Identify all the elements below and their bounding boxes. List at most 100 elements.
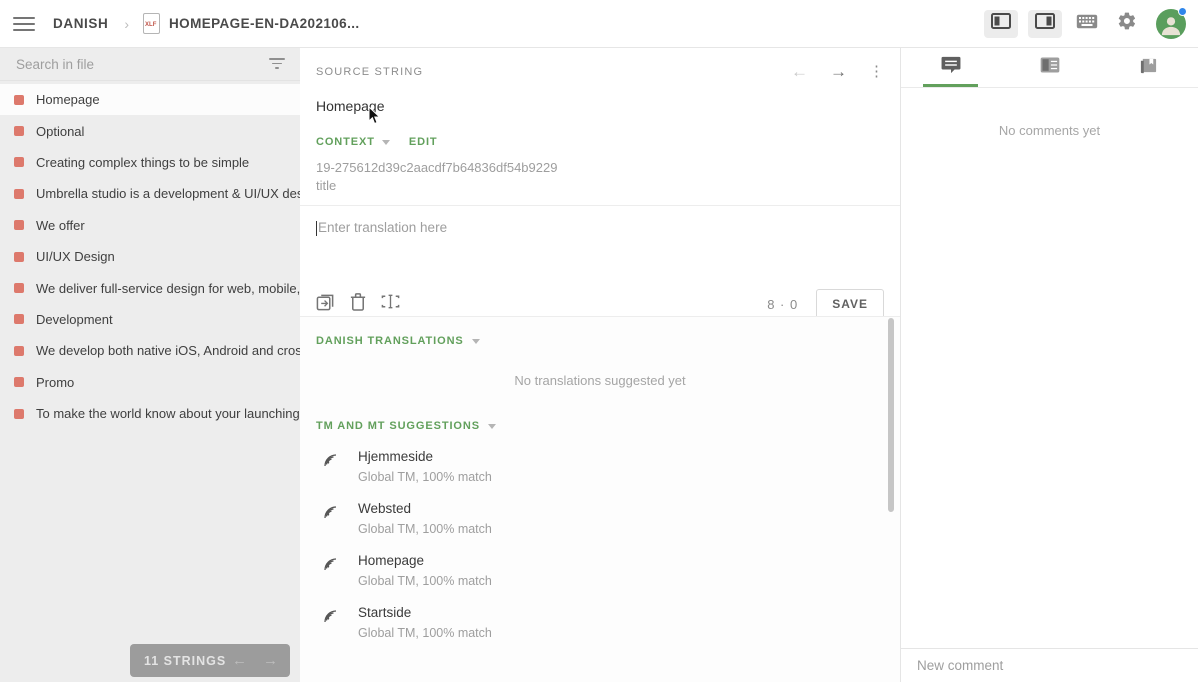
tab-terms[interactable] bbox=[1000, 48, 1099, 87]
copy-source-button[interactable] bbox=[316, 292, 335, 316]
character-counter: 8 · 0 bbox=[767, 296, 799, 312]
settings-button[interactable] bbox=[1112, 10, 1142, 38]
untranslated-status-icon bbox=[14, 314, 24, 325]
menu-icon[interactable] bbox=[13, 16, 35, 31]
string-row[interactable]: We deliver full-service design for web, … bbox=[0, 272, 300, 303]
select-text-button[interactable] bbox=[381, 292, 400, 316]
untranslated-status-icon bbox=[14, 283, 24, 294]
keyboard-icon bbox=[1076, 14, 1098, 34]
tm-suggestion-row[interactable]: Hjemmeside Global TM, 100% match bbox=[300, 432, 900, 484]
translation-memory-icon bbox=[320, 555, 340, 580]
string-row[interactable]: UI/UX Design bbox=[0, 241, 300, 272]
untranslated-status-icon bbox=[14, 220, 24, 231]
scrollbar[interactable] bbox=[888, 318, 894, 512]
strings-counter-bar[interactable]: 11 STRINGS ← → bbox=[130, 644, 290, 677]
untranslated-status-icon bbox=[14, 126, 24, 137]
previous-string-button[interactable]: ← bbox=[791, 63, 808, 80]
tm-mt-suggestions-header: TM AND MT SUGGESTIONS bbox=[300, 402, 900, 432]
danish-translations-header: DANISH TRANSLATIONS bbox=[300, 317, 900, 347]
chevron-down-icon bbox=[487, 424, 496, 429]
context-key: title bbox=[316, 178, 337, 193]
string-row[interactable]: Optional bbox=[0, 115, 300, 146]
string-label: Homepage bbox=[36, 92, 100, 108]
comment-icon bbox=[941, 56, 961, 79]
string-row[interactable]: Development bbox=[0, 304, 300, 335]
string-row[interactable]: Umbrella studio is a development & UI/UX… bbox=[0, 178, 300, 209]
context-identifier: 19-275612d39c2aacdf7b64836df54b9229 bbox=[316, 160, 558, 175]
copy-icon bbox=[316, 292, 335, 316]
edit-context-button[interactable]: EDIT bbox=[409, 136, 438, 148]
filter-icon[interactable] bbox=[268, 58, 286, 70]
string-label: UI/UX Design bbox=[36, 249, 115, 265]
translation-placeholder: Enter translation here bbox=[318, 220, 448, 235]
editor-panel: SOURCE STRING ← → ⋮ Homepage CONTEXT EDI… bbox=[300, 48, 900, 682]
string-list: Homepage Optional Creating complex thing… bbox=[0, 84, 300, 429]
suggestion-text: Homepage bbox=[358, 553, 425, 568]
string-row[interactable]: We offer bbox=[0, 210, 300, 241]
panel-right-icon bbox=[1035, 13, 1055, 34]
translation-memory-icon bbox=[320, 503, 340, 528]
untranslated-status-icon bbox=[14, 188, 24, 199]
dictionary-book-icon bbox=[1139, 56, 1158, 80]
save-button[interactable]: SAVE bbox=[816, 289, 884, 319]
more-options-icon[interactable]: ⋮ bbox=[869, 64, 884, 79]
source-string-header: SOURCE STRING ← → ⋮ bbox=[300, 48, 900, 84]
suggestion-meta: Global TM, 100% match bbox=[358, 470, 492, 484]
danish-translations-toggle[interactable]: DANISH TRANSLATIONS bbox=[316, 335, 464, 347]
suggestion-meta: Global TM, 100% match bbox=[358, 626, 492, 640]
translation-input[interactable]: Enter translation here bbox=[300, 206, 900, 281]
no-comments-message: No comments yet bbox=[998, 123, 1101, 138]
tm-suggestion-row[interactable]: Homepage Global TM, 100% match bbox=[300, 536, 900, 588]
search-input[interactable] bbox=[16, 56, 268, 72]
chevron-down-icon bbox=[471, 339, 480, 344]
suggestion-meta: Global TM, 100% match bbox=[358, 574, 492, 588]
context-toggle[interactable]: CONTEXT bbox=[316, 136, 375, 148]
toggle-left-panel-button[interactable] bbox=[984, 9, 1018, 38]
text-caret bbox=[316, 221, 317, 236]
untranslated-status-icon bbox=[14, 345, 24, 356]
text-select-icon bbox=[381, 292, 400, 316]
suggestion-text: Startside bbox=[358, 605, 412, 620]
untranslated-status-icon bbox=[14, 377, 24, 388]
next-string-button[interactable]: → bbox=[830, 63, 847, 80]
keyboard-shortcuts-button[interactable] bbox=[1072, 10, 1102, 38]
context-row: CONTEXT EDIT bbox=[300, 114, 900, 148]
string-label: Optional bbox=[36, 123, 85, 139]
new-comment-input[interactable] bbox=[917, 658, 1182, 673]
string-row[interactable]: To make the world know about your launch… bbox=[0, 398, 300, 429]
no-translations-message: No translations suggested yet bbox=[514, 373, 686, 388]
string-label: To make the world know about your launch… bbox=[36, 406, 300, 422]
user-avatar[interactable] bbox=[1156, 6, 1187, 39]
string-label: We deliver full-service design for web, … bbox=[36, 280, 300, 296]
tab-comments[interactable] bbox=[901, 48, 1000, 87]
untranslated-status-icon bbox=[14, 408, 24, 419]
prev-string-arrow-icon[interactable]: ← bbox=[232, 652, 247, 669]
tm-mt-suggestions-toggle[interactable]: TM AND MT SUGGESTIONS bbox=[316, 420, 480, 432]
tab-dictionary[interactable] bbox=[1099, 48, 1198, 87]
breadcrumb-file-name[interactable]: HOMEPAGE-EN-DA202106... bbox=[169, 16, 360, 31]
right-panel-tabs bbox=[901, 48, 1198, 88]
search-row bbox=[0, 48, 300, 81]
untranslated-status-icon bbox=[14, 251, 24, 262]
string-label: Umbrella studio is a development & UI/UX… bbox=[36, 186, 300, 202]
string-label: We offer bbox=[36, 217, 85, 233]
next-string-arrow-icon[interactable]: → bbox=[263, 652, 278, 669]
suggestion-text: Websted bbox=[358, 501, 412, 516]
tm-suggestion-row[interactable]: Startside Global TM, 100% match bbox=[300, 588, 900, 640]
toggle-right-panel-button[interactable] bbox=[1028, 9, 1062, 38]
tm-suggestion-row[interactable]: Websted Global TM, 100% match bbox=[300, 484, 900, 536]
online-status-dot bbox=[1178, 6, 1187, 16]
string-row[interactable]: Creating complex things to be simple bbox=[0, 147, 300, 178]
breadcrumb-language[interactable]: DANISH bbox=[53, 16, 108, 31]
string-label: We develop both native iOS, Android and … bbox=[36, 343, 300, 359]
suggestion-meta: Global TM, 100% match bbox=[358, 522, 492, 536]
string-label: Creating complex things to be simple bbox=[36, 154, 250, 170]
new-comment-row bbox=[901, 648, 1198, 682]
string-row[interactable]: We develop both native iOS, Android and … bbox=[0, 335, 300, 366]
panel-left-icon bbox=[991, 13, 1011, 34]
clear-translation-button[interactable] bbox=[350, 292, 366, 316]
string-row[interactable]: Promo bbox=[0, 367, 300, 398]
string-row[interactable]: Homepage bbox=[0, 84, 300, 116]
source-string-label: SOURCE STRING bbox=[316, 65, 424, 78]
translation-editor-app: DANISH › HOMEPAGE-EN-DA202106... bbox=[0, 0, 1198, 682]
